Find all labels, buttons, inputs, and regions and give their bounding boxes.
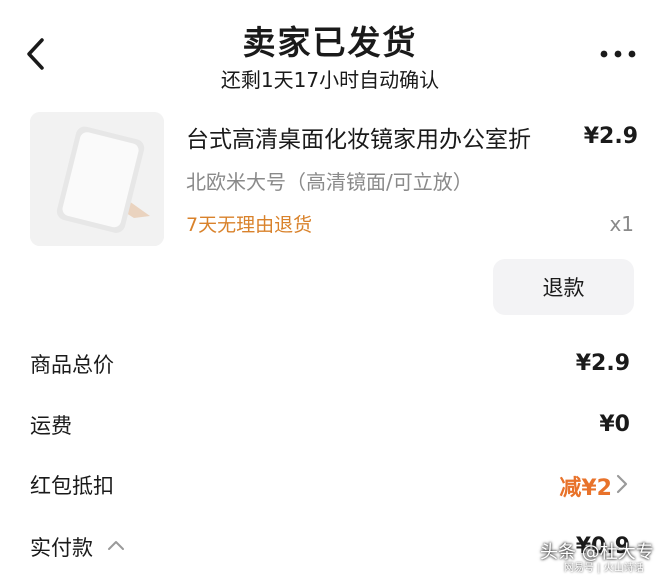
refund-button[interactable]: 退款 [493,259,634,315]
chevron-up-icon[interactable] [106,538,126,552]
chevron-right-icon[interactable] [615,472,629,496]
watermark-subtitle: 网易号 | 火山诗话 [564,563,644,574]
shipping-label: 运费 [30,414,72,438]
total-price-label: 商品总价 [30,353,114,377]
mirror-image [30,112,164,246]
return-policy-badge: 7天无理由退货 [186,214,313,236]
page-title: 卖家已发货 [242,23,418,62]
product-variant: 北欧米大号（高清镜面/可立放） [186,170,473,194]
shipping-value: ¥0 [599,412,630,437]
red-packet-discount[interactable]: 减¥2 [412,470,612,502]
auto-confirm-countdown: 还剩1天17小时自动确认 [220,68,440,92]
red-packet-label: 红包抵扣 [30,474,114,498]
total-price-value: ¥2.9 [575,351,630,376]
product-thumbnail[interactable] [30,112,164,246]
product-quantity: x1 [609,212,634,236]
product-name[interactable]: 台式高清桌面化妆镜家用办公室折 [186,120,576,154]
more-icon[interactable] [596,44,640,64]
product-price: ¥2.9 [583,124,638,149]
amount-paid-label: 实付款 [30,536,93,560]
